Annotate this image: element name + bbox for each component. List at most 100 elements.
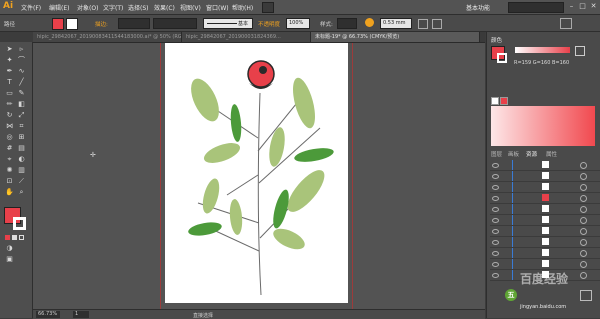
leaf[interactable]	[293, 146, 334, 165]
visibility-eye-icon[interactable]	[492, 196, 499, 201]
layer-row[interactable]	[490, 182, 600, 193]
free-transform-icon[interactable]: ⌗	[17, 122, 26, 131]
tab-document-2[interactable]: hipic_29842067_201900031824369...	[182, 32, 311, 42]
layer-row[interactable]	[490, 237, 600, 248]
variable-width-field[interactable]	[153, 18, 197, 29]
menu-object[interactable]: 对象(O)	[77, 3, 98, 12]
plant-illustration[interactable]	[165, 43, 348, 303]
leaf[interactable]	[229, 104, 242, 143]
leaf[interactable]	[187, 220, 223, 238]
stroke-label[interactable]: 描边:	[95, 20, 108, 28]
layer-row[interactable]	[490, 171, 600, 182]
line-tool-icon[interactable]: ╱	[17, 78, 26, 87]
paintbrush-icon[interactable]: ✎	[17, 89, 26, 98]
color-slider[interactable]	[515, 47, 570, 53]
color-panel-stroke[interactable]	[497, 53, 507, 63]
target-circle-icon[interactable]	[580, 228, 587, 235]
tab-document-1[interactable]: hipic_29842067_20190083411544183000.ai* …	[33, 32, 182, 42]
menu-view[interactable]: 视图(V)	[180, 3, 201, 12]
gradient-mode-icon[interactable]	[12, 235, 17, 240]
shape-builder-icon[interactable]: ◎	[5, 133, 14, 142]
mesh-tool-icon[interactable]: #	[5, 144, 14, 153]
menu-window[interactable]: 窗口(W)	[206, 3, 229, 12]
gradient-swatch-white[interactable]	[491, 97, 499, 105]
direct-selection-tool-icon[interactable]: ▹	[17, 45, 26, 54]
scale-tool-icon[interactable]: ⤢	[17, 111, 26, 120]
layer-row[interactable]	[490, 259, 600, 270]
target-circle-icon[interactable]	[580, 272, 587, 279]
menu-type[interactable]: 文字(T)	[103, 3, 123, 12]
visibility-eye-icon[interactable]	[492, 240, 499, 245]
tab-document-active[interactable]: 未标题-19* @ 66.73% (CMYK/预览)	[311, 32, 480, 42]
target-circle-icon[interactable]	[580, 206, 587, 213]
target-circle-icon[interactable]	[580, 217, 587, 224]
align-icon[interactable]	[418, 19, 428, 29]
berry[interactable]	[247, 60, 275, 89]
leaf[interactable]	[282, 165, 331, 218]
visibility-eye-icon[interactable]	[492, 185, 499, 190]
maximize-icon[interactable]: □	[578, 2, 587, 11]
visibility-eye-icon[interactable]	[492, 229, 499, 234]
visibility-eye-icon[interactable]	[492, 262, 499, 267]
layer-row[interactable]	[490, 248, 600, 259]
tab-layers[interactable]: 图层	[491, 150, 502, 158]
opacity-field[interactable]: 100%	[286, 18, 310, 29]
layer-row[interactable]	[490, 226, 600, 237]
visibility-eye-icon[interactable]	[492, 273, 499, 278]
visibility-eye-icon[interactable]	[492, 163, 499, 168]
layer-row[interactable]	[490, 215, 600, 226]
fill-swatch[interactable]	[52, 18, 64, 30]
target-circle-icon[interactable]	[580, 184, 587, 191]
menu-edit[interactable]: 编辑(E)	[49, 3, 69, 12]
target-circle-icon[interactable]	[580, 162, 587, 169]
target-circle-icon[interactable]	[580, 261, 587, 268]
type-tool-icon[interactable]: T	[5, 78, 14, 87]
curvature-tool-icon[interactable]: ∿	[17, 67, 26, 76]
visibility-eye-icon[interactable]	[492, 218, 499, 223]
lasso-icon[interactable]: ⌒	[17, 56, 26, 65]
style-dropdown[interactable]	[337, 18, 357, 29]
gradient-tool-icon[interactable]: ▤	[17, 144, 26, 153]
brush-field[interactable]: 基本	[203, 18, 253, 29]
column-graph-icon[interactable]: ▥	[17, 166, 26, 175]
layer-row[interactable]	[490, 160, 600, 171]
workspace-switcher[interactable]: 基本功能	[466, 3, 490, 12]
leaf[interactable]	[270, 225, 308, 254]
panel-menu-icon[interactable]	[560, 18, 572, 29]
visibility-eye-icon[interactable]	[492, 251, 499, 256]
opacity-label[interactable]: 不透明度	[258, 20, 280, 28]
target-circle-icon[interactable]	[580, 195, 587, 202]
leaf[interactable]	[228, 199, 243, 236]
main-stem[interactable]	[257, 92, 262, 296]
draw-mode-icon[interactable]: ◑	[5, 244, 14, 253]
selection-tool-icon[interactable]: ➤	[5, 45, 14, 54]
stroke-color-box[interactable]	[13, 217, 26, 230]
artboard-number-field[interactable]: 1	[73, 311, 89, 318]
color-mode-icon[interactable]	[5, 235, 10, 240]
layer-row[interactable]	[490, 204, 600, 215]
rotate-tool-icon[interactable]: ↻	[5, 111, 14, 120]
menu-file[interactable]: 文件(F)	[21, 3, 41, 12]
visibility-eye-icon[interactable]	[492, 174, 499, 179]
screen-mode-icon[interactable]: ▣	[5, 255, 14, 264]
magic-wand-icon[interactable]: ✦	[5, 56, 14, 65]
leaf[interactable]	[201, 139, 242, 167]
bridge-button[interactable]	[262, 2, 274, 13]
eraser-tool-icon[interactable]: ◧	[17, 100, 26, 109]
color-panel-menu-icon[interactable]	[575, 46, 585, 56]
target-circle-icon[interactable]	[580, 173, 587, 180]
zoom-tool-icon[interactable]: ⌕	[17, 188, 26, 197]
artboard-tool-icon[interactable]: ⊡	[5, 177, 14, 186]
menu-select[interactable]: 选择(S)	[128, 3, 149, 12]
transform-icon[interactable]	[432, 19, 442, 29]
tab-properties[interactable]: 属性	[546, 150, 557, 158]
color-panel-tab[interactable]: 颜色	[491, 36, 502, 44]
menu-effect[interactable]: 效果(C)	[154, 3, 175, 12]
stroke-swatch[interactable]	[66, 18, 78, 30]
tab-assets[interactable]: 资源	[526, 150, 537, 158]
recolor-icon[interactable]	[365, 18, 374, 27]
none-mode-icon[interactable]	[19, 235, 24, 240]
gradient-preview[interactable]	[491, 106, 595, 146]
minimize-icon[interactable]: –	[567, 2, 576, 11]
rectangle-tool-icon[interactable]: ▭	[5, 89, 14, 98]
